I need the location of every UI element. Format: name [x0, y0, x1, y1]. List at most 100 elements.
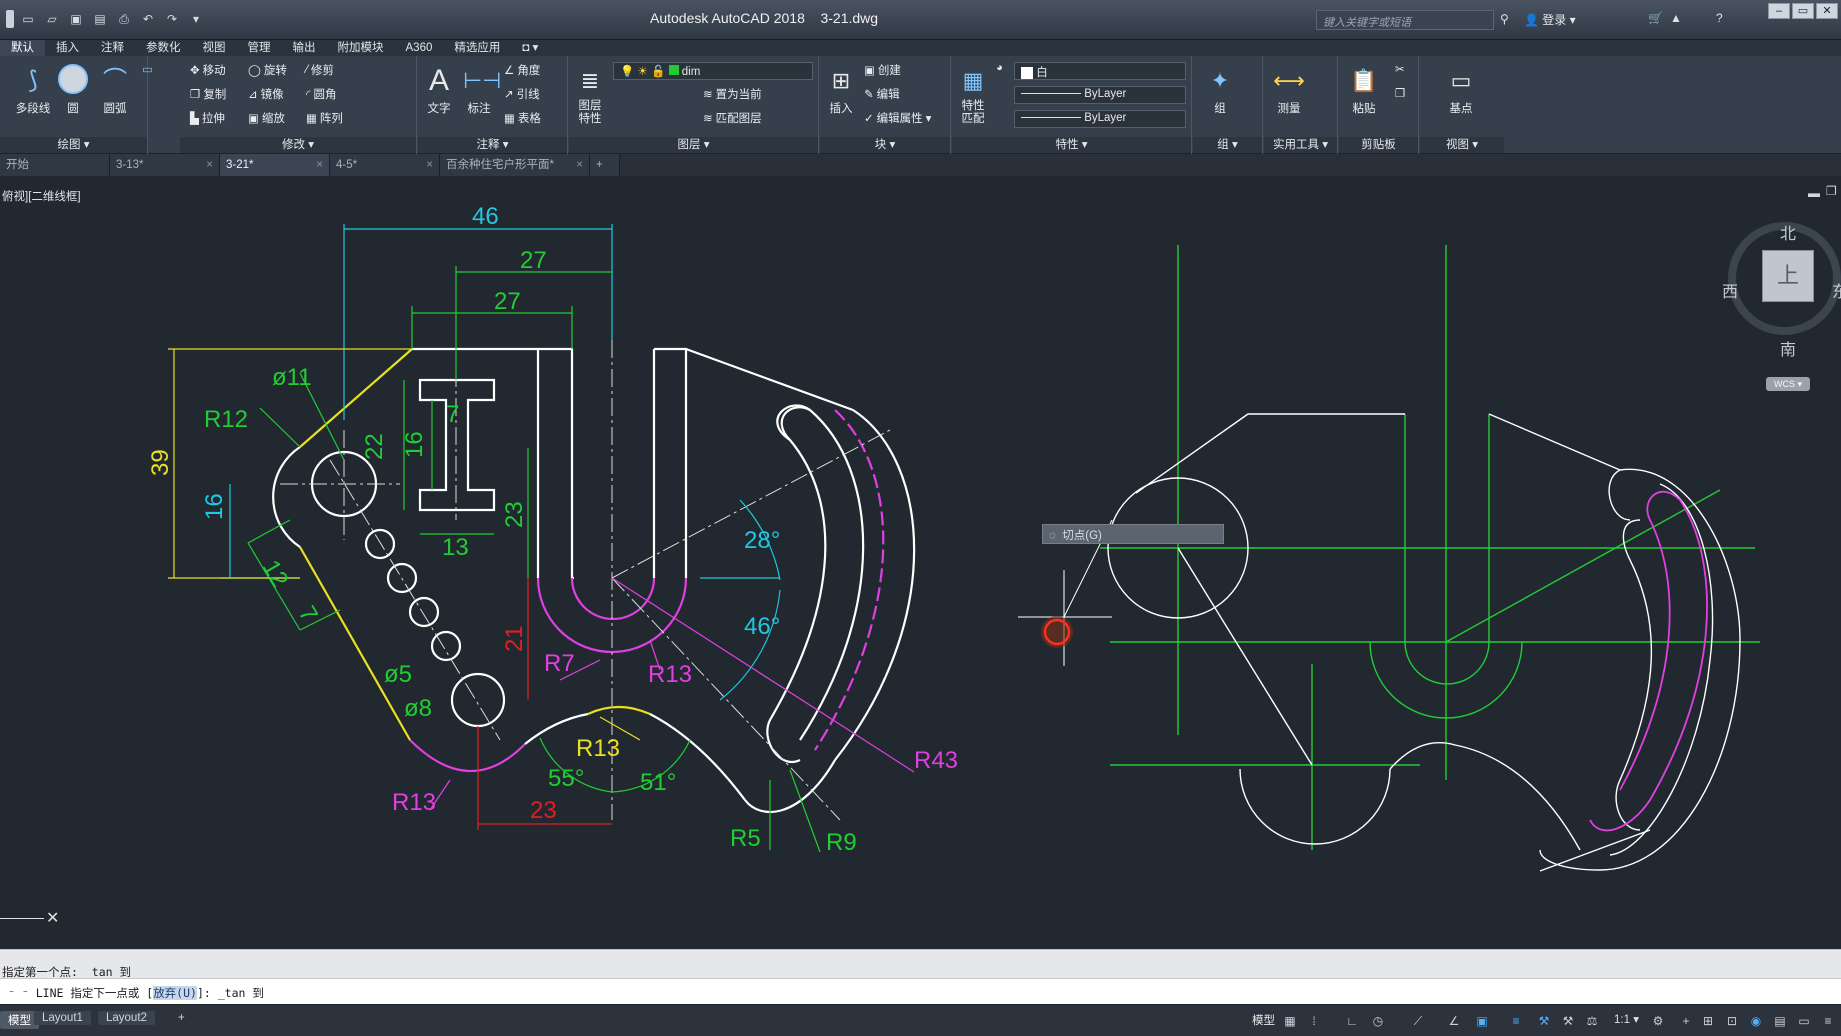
viewcube-west[interactable]: 西: [1722, 278, 1738, 302]
mirror-button[interactable]: ⊿ 镜像: [248, 86, 284, 102]
draw-panel-title[interactable]: 绘图 ▾: [0, 137, 147, 153]
insert-button[interactable]: ⊞ 插入: [820, 64, 862, 116]
create-block-button[interactable]: ▣ 创建: [864, 62, 901, 78]
ribbon-more-icon[interactable]: ◘ ▾: [511, 40, 549, 56]
text-button[interactable]: A 文字: [418, 64, 460, 116]
maximize-icon[interactable]: ▭: [1792, 3, 1814, 19]
ribbon-tab[interactable]: 默认: [0, 40, 45, 56]
object-snap-tracking-icon[interactable]: ∠: [1446, 1013, 1462, 1029]
group-button[interactable]: ✦ 组: [1199, 64, 1241, 116]
command-input[interactable]: ⁻ ⁻ LINE 指定下一点或 [放弃(U)]: _tan 到: [0, 978, 1841, 1005]
document-tab[interactable]: 4-5* ×: [330, 154, 440, 176]
undo-icon[interactable]: ↶: [138, 10, 158, 28]
edit-block-button[interactable]: ✎ 编辑: [864, 86, 900, 102]
viewcube-north[interactable]: 北: [1780, 220, 1796, 244]
units-icon[interactable]: ⊞: [1700, 1013, 1716, 1029]
leader-button[interactable]: ↗ 引线: [504, 86, 540, 102]
copy-button[interactable]: ❐ 复制: [190, 86, 226, 102]
binoculars-icon[interactable]: ⚲: [1500, 12, 1509, 26]
autodesk-icon[interactable]: ▲: [1670, 11, 1682, 25]
stretch-button[interactable]: ▙ 拉伸: [190, 110, 225, 126]
ribbon-tab[interactable]: 视图: [192, 40, 237, 56]
annotation-scale-dropdown[interactable]: 1:1 ▾: [1606, 1011, 1647, 1027]
annotation-monitor-icon[interactable]: +: [1678, 1013, 1694, 1029]
tab-close-icon[interactable]: ×: [576, 154, 583, 176]
layers-panel-title[interactable]: 图层 ▾: [569, 137, 818, 153]
arc-button[interactable]: ⌒ 圆弧: [94, 64, 136, 116]
print-icon[interactable]: ⎙: [114, 10, 134, 28]
customize-icon[interactable]: ≡: [1820, 1013, 1836, 1029]
array-button[interactable]: ▦ 阵列: [306, 110, 343, 126]
object-snap-icon[interactable]: ▣: [1474, 1013, 1490, 1029]
ribbon-tab[interactable]: 注释: [90, 40, 135, 56]
model-space-button[interactable]: 模型: [1244, 1011, 1283, 1029]
quick-properties-icon[interactable]: ⊡: [1724, 1013, 1740, 1029]
ribbon-tab[interactable]: 管理: [237, 40, 282, 56]
lineweight-icon[interactable]: ≡: [1508, 1013, 1524, 1029]
document-tab[interactable]: 百余种住宅户形平面* ×: [440, 154, 590, 176]
annotation-visibility-icon[interactable]: ⚒: [1536, 1013, 1552, 1029]
drawing-canvas[interactable]: 俯视][二维线框] ▬ ❐ 46 27 27 39 16 12 7 ø11 R1…: [0, 176, 1841, 949]
ribbon-tab[interactable]: A360: [395, 40, 444, 56]
table-button[interactable]: ▦ 表格: [504, 110, 541, 126]
angle-button[interactable]: ∠ 角度: [504, 62, 540, 78]
move-button[interactable]: ✥ 移动: [190, 62, 226, 78]
minimize-icon[interactable]: –: [1768, 3, 1790, 19]
document-tab[interactable]: 开始: [0, 154, 110, 176]
drawing-svg[interactable]: 46 27 27 39 16 12 7 ø11 R12 22 16 7 13 2…: [0, 176, 1841, 949]
paste-button[interactable]: 📋 粘贴: [1343, 64, 1385, 116]
add-layout-icon[interactable]: +: [170, 1011, 193, 1025]
redo-icon[interactable]: ↷: [162, 10, 182, 28]
viewcube-east[interactable]: 东: [1832, 278, 1841, 302]
match-properties-button[interactable]: ▦ 特性 匹配: [952, 64, 994, 126]
dimension-button[interactable]: ⊢⊣ 标注: [458, 64, 501, 116]
clean-screen-icon[interactable]: ▭: [1796, 1013, 1812, 1029]
color-wheel-icon[interactable]: ◕: [996, 62, 1003, 74]
wcs-menu[interactable]: WCS ▾: [1766, 377, 1810, 391]
layout1-tab[interactable]: Layout1: [34, 1011, 91, 1025]
document-tab[interactable]: 3-13* ×: [110, 154, 220, 176]
qat-dropdown-icon[interactable]: ▾: [186, 10, 206, 28]
help-icon[interactable]: ?: [1716, 11, 1723, 25]
measure-button[interactable]: ⟷ 测量: [1268, 64, 1310, 116]
ortho-icon[interactable]: ∟: [1344, 1013, 1360, 1029]
lineweight-dropdown[interactable]: ByLayer: [1014, 110, 1186, 128]
close-icon[interactable]: ✕: [1816, 3, 1838, 19]
new-tab-icon[interactable]: +: [590, 154, 620, 176]
command-option-undo[interactable]: 放弃(U): [153, 986, 197, 1000]
groups-panel-title[interactable]: 组 ▾: [1193, 137, 1262, 153]
view-panel-title[interactable]: 视图 ▾: [1420, 137, 1504, 153]
save-as-icon[interactable]: ▤: [90, 10, 110, 28]
fillet-button[interactable]: ◜ 圆角: [306, 86, 336, 102]
app-menu-icon[interactable]: [6, 10, 14, 28]
ribbon-tab[interactable]: 精选应用: [443, 40, 511, 56]
tab-close-icon[interactable]: ×: [316, 154, 323, 176]
scale-button[interactable]: ▣ 缩放: [248, 110, 285, 126]
login-button[interactable]: 👤 登录 ▾: [1524, 11, 1576, 28]
cart-icon[interactable]: 🛒: [1648, 11, 1663, 25]
open-icon[interactable]: ▱: [42, 10, 62, 28]
edit-attribute-button[interactable]: ✓ 编辑属性 ▾: [864, 110, 931, 126]
base-point-button[interactable]: ▭ 基点: [1440, 64, 1482, 116]
ribbon-tab[interactable]: 附加模块: [327, 40, 395, 56]
clipboard-panel-title[interactable]: 剪贴板: [1339, 137, 1418, 153]
annotation-panel-title[interactable]: 注释 ▾: [418, 137, 567, 153]
polyline-button[interactable]: ⟆ 多段线: [12, 64, 54, 116]
ribbon-tab[interactable]: 插入: [45, 40, 90, 56]
annotation-scale-icon[interactable]: ⚖: [1584, 1013, 1600, 1029]
new-icon[interactable]: ▭: [18, 10, 38, 28]
viewcube-south[interactable]: 南: [1780, 336, 1796, 360]
rotate-button[interactable]: ◯ 旋转: [248, 62, 287, 78]
ribbon-tab[interactable]: 参数化: [135, 40, 192, 56]
properties-panel-title[interactable]: 特性 ▾: [952, 137, 1191, 153]
color-dropdown[interactable]: 白: [1014, 62, 1186, 80]
linetype-dropdown[interactable]: ByLayer: [1014, 86, 1186, 104]
grid-icon[interactable]: ▦: [1282, 1013, 1298, 1029]
utilities-panel-title[interactable]: 实用工具 ▾: [1264, 137, 1337, 153]
circle-button[interactable]: 圆: [52, 64, 94, 116]
isodraft-icon[interactable]: ⟋: [1410, 1013, 1426, 1029]
layer-properties-button[interactable]: ≣ 图层 特性: [569, 64, 611, 126]
polar-icon[interactable]: ◷: [1370, 1013, 1386, 1029]
workspace-gear-icon[interactable]: ⚙: [1650, 1013, 1666, 1029]
modify-panel-title[interactable]: 修改 ▾: [180, 137, 416, 153]
